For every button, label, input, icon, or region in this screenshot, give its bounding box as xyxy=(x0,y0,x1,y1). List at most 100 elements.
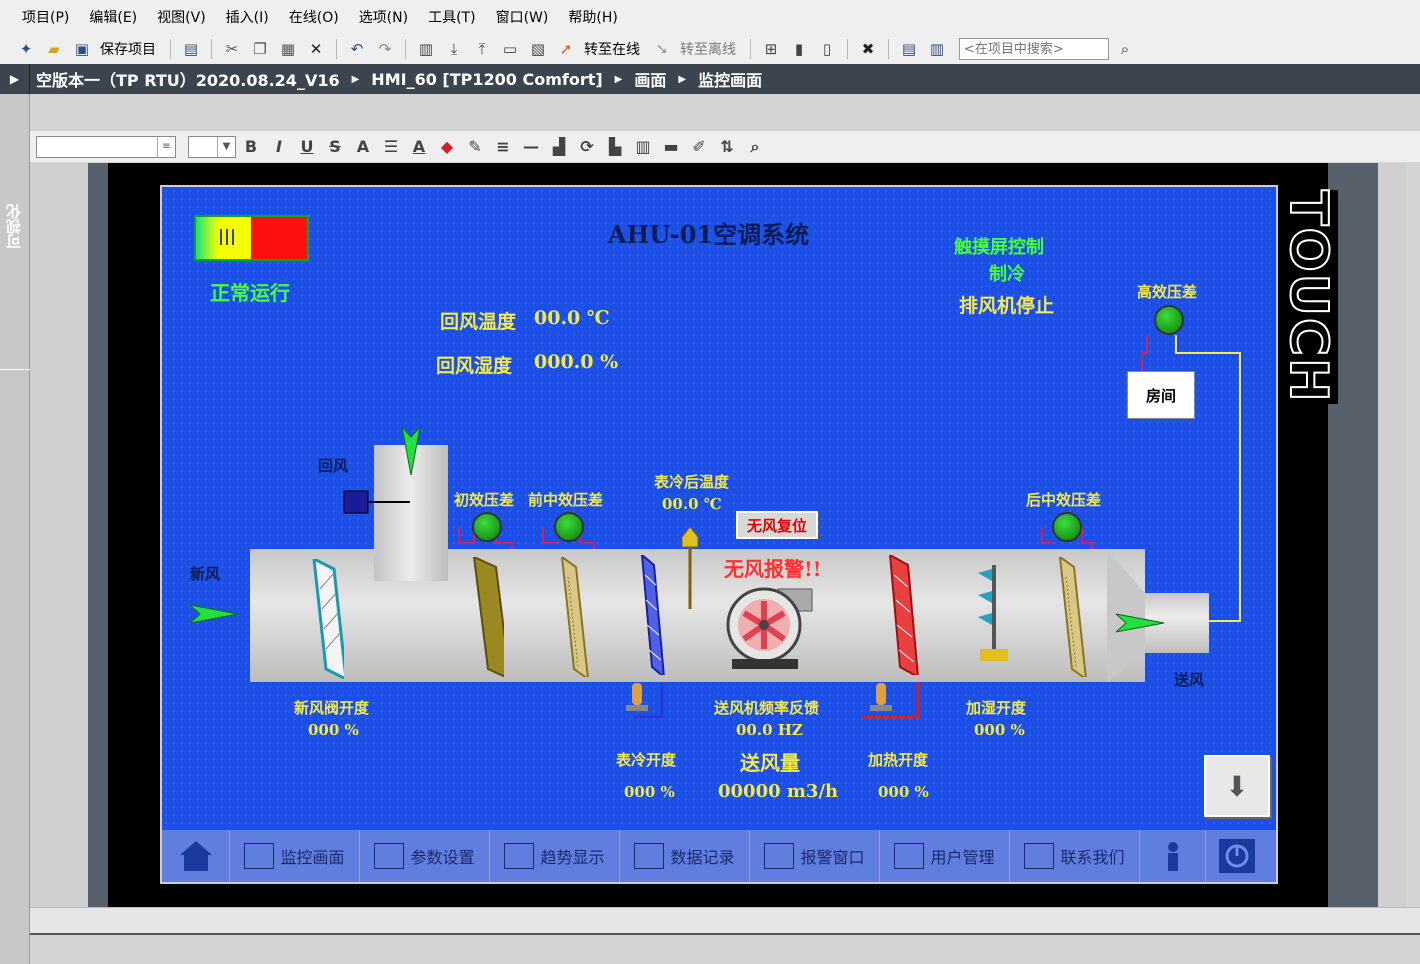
cut-icon[interactable]: ✂ xyxy=(220,37,244,61)
download-icon[interactable]: ⤓ xyxy=(442,37,466,61)
nav-box-icon xyxy=(894,843,925,869)
menu-view[interactable]: 视图(V) xyxy=(147,7,216,27)
menu-window[interactable]: 窗口(W) xyxy=(486,7,559,27)
left-side-panel: 可视化 xyxy=(0,94,30,964)
menu-insert[interactable]: 插入(I) xyxy=(216,7,279,27)
expand-project-tree-icon[interactable]: ▶ xyxy=(0,64,30,94)
font-color-icon[interactable]: A xyxy=(406,135,432,159)
new-project-icon[interactable]: ✦ xyxy=(14,37,38,61)
nav-alarm[interactable]: 报警窗口 xyxy=(750,830,880,882)
save-project-button[interactable]: 保存项目 xyxy=(98,39,162,59)
menu-edit[interactable]: 编辑(E) xyxy=(79,7,147,27)
mid-dp-gauge xyxy=(554,512,584,542)
format-painter-icon[interactable]: ✐ xyxy=(686,135,712,159)
breadcrumb-arrow-icon: ▶ xyxy=(614,73,623,85)
nav-contact[interactable]: 联系我们 xyxy=(1010,830,1140,882)
menu-tools[interactable]: 工具(T) xyxy=(418,7,485,27)
line-width-icon[interactable]: ≡ xyxy=(490,135,516,159)
zoom-icon[interactable]: ⌕ xyxy=(742,135,768,159)
breadcrumb-screen[interactable]: 监控画面 xyxy=(692,67,768,91)
tile-vertical-icon[interactable]: ▥ xyxy=(925,37,949,61)
distribute-icon[interactable]: ▥ xyxy=(630,135,656,159)
visualization-tab[interactable]: 可视化 xyxy=(3,204,24,249)
line-color-icon[interactable]: ✎ xyxy=(462,135,488,159)
bottom-nav: 监控画面 参数设置 趋势显示 数据记录 报警窗口 用户管理 联系我们 xyxy=(162,830,1276,882)
project-search-input[interactable] xyxy=(959,38,1109,60)
power-button[interactable] xyxy=(1206,830,1268,882)
user-login-button[interactable] xyxy=(1140,830,1206,882)
italic-button[interactable]: I xyxy=(266,135,292,159)
delete-icon[interactable]: ✕ xyxy=(304,37,328,61)
font-family-select[interactable]: ≡ xyxy=(36,135,176,158)
nav-label: 监控画面 xyxy=(280,848,345,867)
upload-icon[interactable]: ⤒ xyxy=(470,37,494,61)
go-online-button[interactable]: 转至在线 xyxy=(582,39,646,59)
breadcrumb-device[interactable]: HMI_60 [TP1200 Comfort] xyxy=(365,70,608,89)
mid-filter xyxy=(560,557,589,677)
nav-params[interactable]: 参数设置 xyxy=(360,830,490,882)
compile-icon[interactable]: ▥ xyxy=(414,37,438,61)
nav-box-icon xyxy=(244,843,275,869)
copy-icon[interactable]: ❐ xyxy=(248,37,272,61)
nav-data-log[interactable]: 数据记录 xyxy=(620,830,750,882)
humidifier-value: 000 % xyxy=(974,721,1025,739)
nav-monitor[interactable]: 监控画面 xyxy=(230,830,360,882)
accessible-devices-icon[interactable]: ⊞ xyxy=(759,37,783,61)
layer-icon[interactable]: ⇅ xyxy=(714,135,740,159)
home-button[interactable] xyxy=(162,830,230,882)
menu-help[interactable]: 帮助(H) xyxy=(558,7,627,27)
divider xyxy=(0,369,30,370)
underline-button[interactable]: U xyxy=(294,135,320,159)
page-down-button[interactable]: ⬇ xyxy=(1204,755,1270,817)
simulate-icon[interactable]: ▭ xyxy=(498,37,522,61)
go-online-icon[interactable]: ➚ xyxy=(554,37,578,61)
menu-project[interactable]: 项目(P) xyxy=(12,7,79,27)
breadcrumb: ▶ 空版本一（TP RTU）2020.08.24_V16 ▶ HMI_60 [T… xyxy=(0,64,1420,94)
nav-users[interactable]: 用户管理 xyxy=(880,830,1010,882)
split-horizontal-icon[interactable]: ▮ xyxy=(787,37,811,61)
breadcrumb-project[interactable]: 空版本一（TP RTU）2020.08.24_V16 xyxy=(30,67,346,91)
rotate-icon[interactable]: ⟳ xyxy=(574,135,600,159)
breadcrumb-arrow-icon: ▶ xyxy=(678,73,687,85)
paste-icon[interactable]: ▦ xyxy=(276,37,300,61)
cooling-temp-value: 00.0 ℃ xyxy=(662,495,722,513)
close-editor-icon[interactable]: ✖ xyxy=(856,37,880,61)
same-size-icon[interactable]: ▬ xyxy=(658,135,684,159)
align-objects-icon[interactable]: ▙ xyxy=(602,135,628,159)
bold-button[interactable]: B xyxy=(238,135,264,159)
airflow-label: 送风量 xyxy=(740,751,800,775)
horizontal-scrollbar[interactable] xyxy=(30,907,1420,933)
tile-horizontal-icon[interactable]: ▤ xyxy=(897,37,921,61)
arrange-icon[interactable]: ▟ xyxy=(546,135,572,159)
save-icon[interactable]: ▣ xyxy=(70,37,94,61)
fresh-air-damper xyxy=(312,559,344,679)
hepa-supply-line xyxy=(1175,335,1241,622)
align-icon[interactable]: ☰ xyxy=(378,135,404,159)
panel-frame-left xyxy=(88,163,108,907)
cooling-temp-label: 表冷后温度 xyxy=(654,473,730,491)
line-style-icon[interactable]: — xyxy=(518,135,544,159)
search-icon[interactable]: ⌕ xyxy=(1113,37,1137,61)
fresh-damper-label: 新风阀开度 xyxy=(294,699,370,717)
nav-trend[interactable]: 趋势显示 xyxy=(490,830,620,882)
arrow-down-icon: ⬇ xyxy=(1225,769,1249,803)
strikethrough-button[interactable]: S xyxy=(322,135,348,159)
start-runtime-icon[interactable]: ▧ xyxy=(526,37,550,61)
breadcrumb-screens[interactable]: 画面 xyxy=(628,67,672,91)
open-project-icon[interactable]: ▰ xyxy=(42,37,66,61)
menu-options[interactable]: 选项(N) xyxy=(349,7,418,27)
separator xyxy=(336,39,337,59)
text-size-button[interactable]: A xyxy=(350,135,376,159)
print-icon[interactable]: ▤ xyxy=(179,37,203,61)
redo-icon[interactable]: ↷ xyxy=(373,37,397,61)
font-size-select[interactable]: ▼ xyxy=(188,135,236,158)
split-vertical-icon[interactable]: ▯ xyxy=(815,37,839,61)
go-offline-button[interactable]: 转至离线 xyxy=(678,39,742,59)
go-offline-icon[interactable]: ➘ xyxy=(650,37,674,61)
fan-frequency-value: 00.0 HZ xyxy=(736,721,803,739)
fill-color-icon[interactable]: ◆ xyxy=(434,135,460,159)
fan-frequency-label: 送风机频率反馈 xyxy=(714,699,820,717)
undo-icon[interactable]: ↶ xyxy=(345,37,369,61)
menu-online[interactable]: 在线(O) xyxy=(279,7,349,27)
no-airflow-reset-button[interactable]: 无风复位 xyxy=(736,511,818,539)
